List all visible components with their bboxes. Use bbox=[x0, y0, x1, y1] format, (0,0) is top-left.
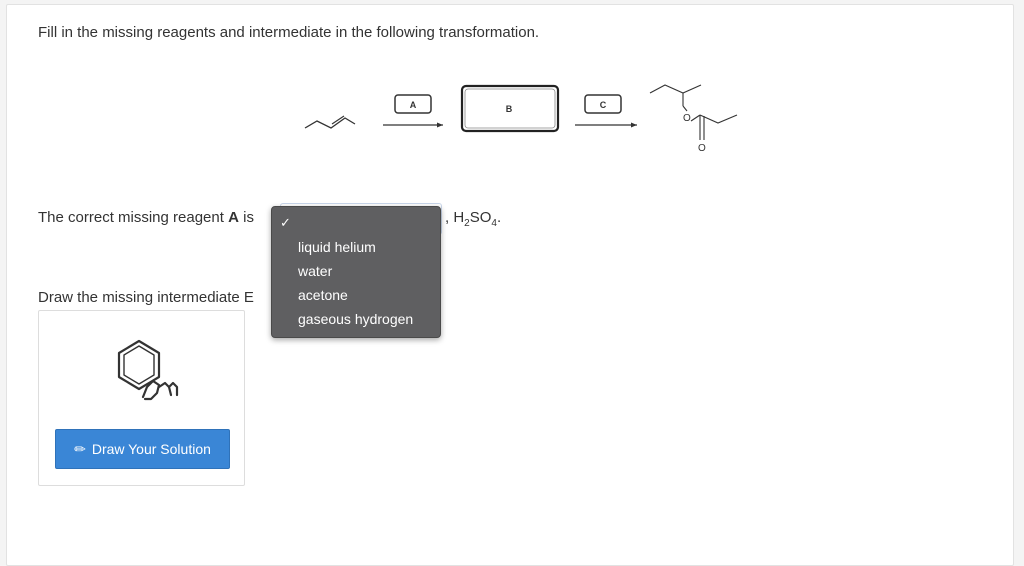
reagent-a-question: The correct missing reagent A is bbox=[38, 209, 254, 226]
starting-alkene bbox=[304, 117, 356, 129]
molecule-drawing-icon bbox=[117, 339, 179, 401]
draw-your-solution-button[interactable]: ✏ Draw Your Solution bbox=[55, 429, 230, 469]
question-prompt: Fill in the missing reagents and interme… bbox=[38, 24, 540, 41]
intermediate-b-label: B bbox=[506, 104, 513, 114]
reagent-c-label: C bbox=[600, 100, 607, 110]
check-icon: ✓ bbox=[280, 215, 291, 230]
reaction-scheme: A B C O O bbox=[304, 84, 738, 154]
option-liquid-helium[interactable]: liquid helium bbox=[298, 237, 376, 257]
draw-button-label: Draw Your Solution bbox=[91, 441, 211, 457]
reagent-a-dropdown: ✓ liquid helium water acetone gaseous hy… bbox=[271, 206, 441, 338]
intermediate-b-question: Draw the missing intermediate E bbox=[38, 289, 254, 306]
reagent-a-label: A bbox=[410, 100, 417, 110]
option-gaseous-hydrogen[interactable]: gaseous hydrogen bbox=[298, 309, 413, 329]
option-acetone[interactable]: acetone bbox=[298, 285, 348, 305]
product-ester bbox=[649, 84, 738, 140]
drawing-area: ✏ Draw Your Solution bbox=[38, 310, 245, 486]
svg-text:O: O bbox=[698, 143, 706, 154]
pencil-icon: ✏ bbox=[74, 440, 86, 457]
reagent-a-suffix: , H2SO4. bbox=[445, 209, 502, 229]
option-water[interactable]: water bbox=[298, 261, 332, 281]
svg-text:O: O bbox=[683, 113, 691, 124]
